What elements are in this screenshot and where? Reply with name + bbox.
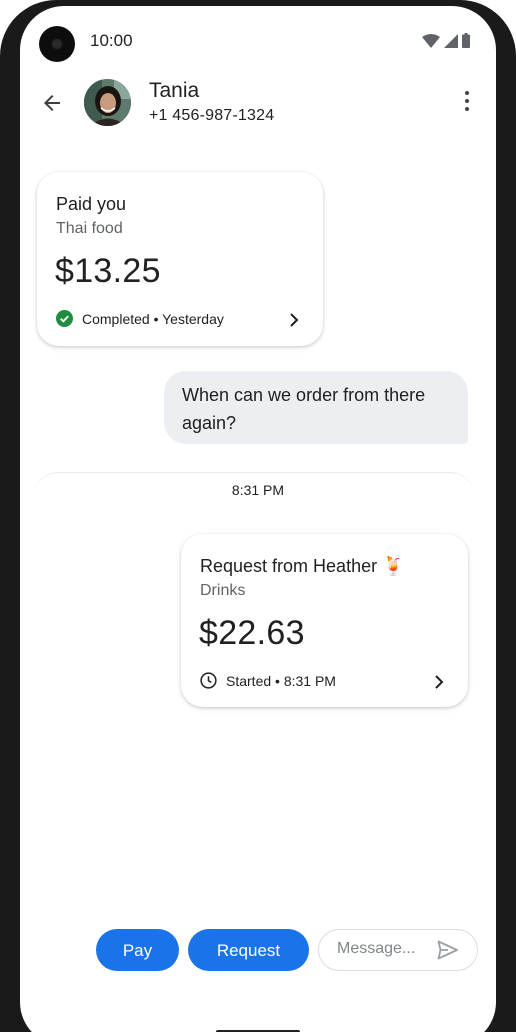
request-card[interactable]: Request from Heather 🍹 Drinks $22.63 Sta…	[181, 534, 468, 707]
payment-amount: $13.25	[55, 252, 161, 290]
request-status-row: Started • 8:31 PM	[200, 672, 336, 689]
request-title: Request from Heather 🍹	[200, 556, 405, 576]
payment-status-row: Completed • Yesterday	[56, 310, 224, 327]
check-circle-icon	[56, 310, 73, 327]
request-amount: $22.63	[199, 614, 305, 652]
front-camera	[39, 26, 75, 62]
divider-time: 8:31 PM	[20, 482, 496, 498]
payment-card[interactable]: Paid you Thai food $13.25 Completed • Ye…	[37, 172, 323, 346]
message-input[interactable]: Message...	[318, 929, 478, 971]
payment-title: Paid you	[56, 194, 127, 214]
more-options-icon[interactable]	[464, 91, 470, 113]
status-time: 10:00	[90, 31, 133, 50]
avatar[interactable]	[84, 79, 131, 126]
contact-phone: +1 456-987-1324	[149, 107, 275, 124]
chevron-right-icon	[435, 675, 444, 689]
cellular-signal-icon	[444, 33, 458, 48]
send-icon[interactable]	[437, 940, 459, 960]
message-placeholder: Message...	[337, 940, 416, 957]
payment-status-text: Completed • Yesterday	[82, 310, 224, 327]
phone-frame: 10:00 Tania +1 456-987-1324 Paid you Tha…	[0, 0, 516, 1032]
contact-name[interactable]: Tania	[149, 79, 199, 103]
divider-time-text: 8:31 PM	[223, 482, 293, 498]
chevron-right-icon	[290, 313, 299, 327]
battery-icon	[462, 33, 470, 48]
clock-icon	[200, 672, 217, 689]
back-arrow-icon[interactable]	[40, 91, 64, 115]
request-status-text: Started • 8:31 PM	[226, 672, 336, 689]
payment-subtitle: Thai food	[56, 220, 123, 237]
pay-button[interactable]: Pay	[96, 929, 179, 971]
message-bubble-text: When can we order from there again?	[182, 385, 426, 433]
wifi-icon	[422, 33, 440, 48]
status-icons	[422, 33, 470, 48]
request-subtitle: Drinks	[200, 582, 246, 599]
avatar-photo	[84, 79, 131, 126]
request-button[interactable]: Request	[188, 929, 309, 971]
screen: 10:00 Tania +1 456-987-1324 Paid you Tha…	[20, 6, 496, 1032]
message-bubble[interactable]: When can we order from there again?	[164, 371, 468, 444]
